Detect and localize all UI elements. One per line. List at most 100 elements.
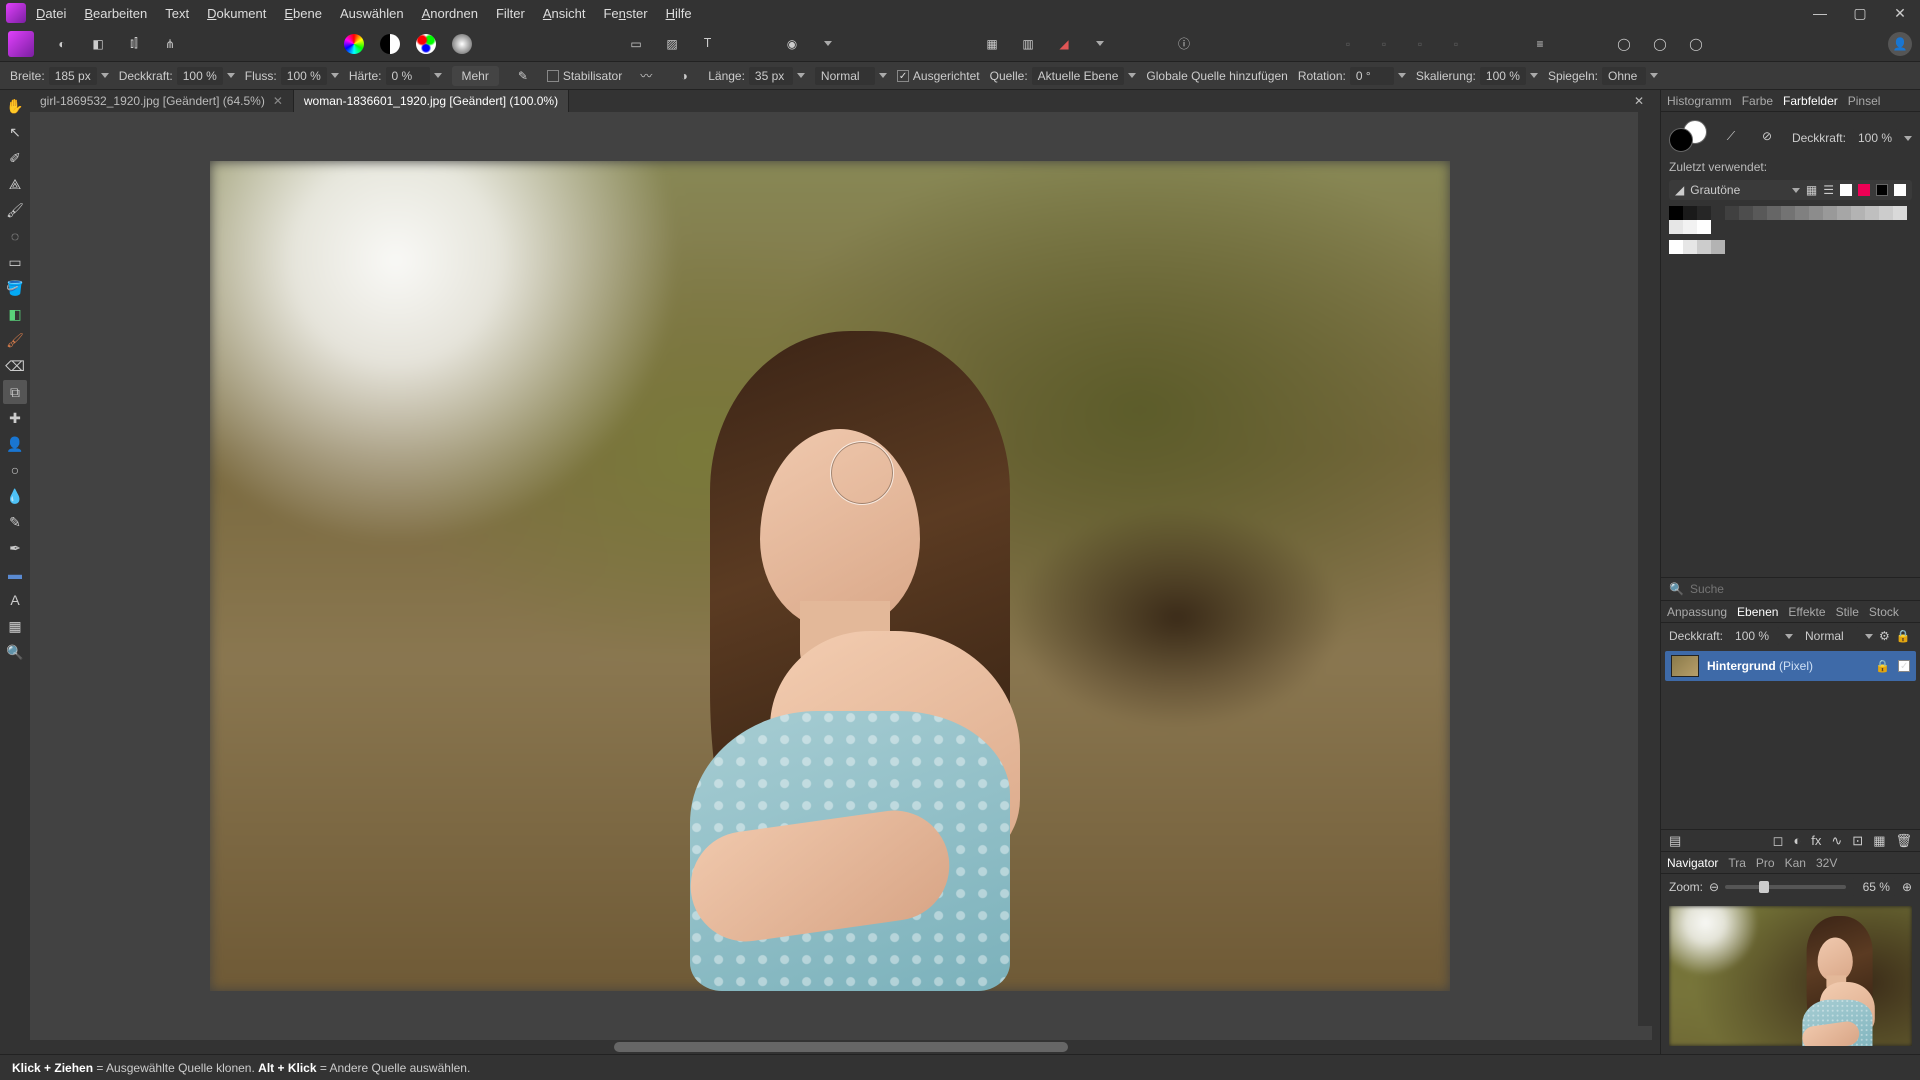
bw-adjust-icon[interactable]: [376, 30, 404, 58]
swatch[interactable]: [1725, 206, 1739, 220]
menu-bearbeiten[interactable]: Bearbeiten: [84, 6, 147, 21]
crop-layer-icon[interactable]: ⊡: [1852, 833, 1863, 849]
search-input[interactable]: [1690, 582, 1912, 596]
layer-fx-icon[interactable]: ⚙: [1879, 629, 1890, 643]
length-value[interactable]: 35 px: [749, 67, 793, 85]
mask-icon[interactable]: ◉: [778, 30, 806, 58]
swatch[interactable]: [1837, 206, 1851, 220]
menu-hilfe[interactable]: Hilfe: [666, 6, 692, 21]
panel-resize-handle[interactable]: [1652, 90, 1660, 1054]
liquify-persona-icon[interactable]: ◐: [48, 30, 76, 58]
assistant-icon[interactable]: ⓘ: [1170, 30, 1198, 58]
erase-tool-icon[interactable]: ⌫: [3, 354, 27, 378]
document-tab[interactable]: girl-1869532_1920.jpg [Geändert] (64.5%)…: [30, 90, 294, 112]
menu-fenster[interactable]: Fenster: [603, 6, 647, 21]
rectangle-tool-icon[interactable]: ▬: [3, 562, 27, 586]
swatch[interactable]: [1711, 206, 1725, 220]
photo-persona-icon[interactable]: [8, 31, 34, 57]
hardness-value[interactable]: 0 %: [386, 67, 430, 85]
menu-ansicht[interactable]: Ansicht: [543, 6, 586, 21]
palette-name[interactable]: Grautöne: [1690, 183, 1786, 197]
swatch[interactable]: [1697, 220, 1711, 234]
layer-row[interactable]: Hintergrund (Pixel) 🔒: [1665, 651, 1916, 681]
panel-tab-histogramm[interactable]: Histogramm: [1667, 94, 1732, 108]
selection-brush-tool-icon[interactable]: 🖌: [3, 198, 27, 222]
color-picker-tool-icon[interactable]: ✐: [3, 146, 27, 170]
snap-dropdown-icon[interactable]: [1086, 30, 1114, 58]
maximize-button[interactable]: ▢: [1846, 5, 1874, 22]
panel-tab-ebenen[interactable]: Ebenen: [1737, 605, 1778, 619]
dropdown-icon[interactable]: [879, 73, 887, 78]
dropdown-icon[interactable]: [101, 73, 109, 78]
canvas-viewport[interactable]: [30, 112, 1652, 1040]
layer-lock-icon[interactable]: 🔒: [1896, 629, 1911, 643]
fgbg-swatch[interactable]: [1669, 120, 1709, 152]
global-source-button[interactable]: Globale Quelle hinzufügen: [1146, 69, 1287, 83]
rotation-value[interactable]: 0 °: [1350, 67, 1394, 85]
eyedropper-icon[interactable]: ⟋: [1717, 122, 1745, 150]
zoom-in-icon[interactable]: ⊕: [1902, 880, 1912, 894]
swatch[interactable]: [1683, 240, 1697, 254]
panel-tab-pinsel[interactable]: Pinsel: [1848, 94, 1881, 108]
crop-tool-icon[interactable]: ⟁: [3, 172, 27, 196]
swatch-opacity-value[interactable]: 100 %: [1852, 129, 1898, 147]
layer-thumbnail[interactable]: [1671, 655, 1699, 677]
swatch[interactable]: [1669, 206, 1683, 220]
more-button[interactable]: Mehr: [452, 66, 499, 86]
blend-mode[interactable]: Normal: [815, 67, 875, 85]
swatch[interactable]: [1781, 206, 1795, 220]
palette-sw2[interactable]: [1858, 184, 1870, 196]
stabilizer-checkbox[interactable]: [547, 70, 559, 82]
bool-int-icon[interactable]: ◯: [1682, 30, 1710, 58]
palette-grid-icon[interactable]: ▦: [1806, 183, 1817, 197]
swatch[interactable]: [1683, 220, 1697, 234]
retouch-tool-icon[interactable]: ✎: [3, 510, 27, 534]
scale-value[interactable]: 100 %: [1480, 67, 1526, 85]
zoom-slider[interactable]: [1725, 885, 1846, 889]
arrange-3-icon[interactable]: ▫: [1406, 30, 1434, 58]
fx-layer-icon[interactable]: fx: [1811, 833, 1821, 849]
panel-tab-farbfelder[interactable]: Farbfelder: [1783, 94, 1838, 108]
layer-blend-mode[interactable]: Normal: [1799, 627, 1859, 645]
menu-filter[interactable]: Filter: [496, 6, 525, 21]
select-subtract-icon[interactable]: ▨: [658, 30, 686, 58]
swatch[interactable]: [1851, 206, 1865, 220]
dropdown-icon[interactable]: [1398, 73, 1406, 78]
swatch[interactable]: [1809, 206, 1823, 220]
swatch[interactable]: [1739, 206, 1753, 220]
pen-tool-icon[interactable]: ✒: [3, 536, 27, 560]
slider-thumb[interactable]: [1759, 881, 1769, 893]
tone-map-persona-icon[interactable]: ⫾⫿: [120, 30, 148, 58]
menu-text[interactable]: Text: [165, 6, 189, 21]
menu-dokument[interactable]: Dokument: [207, 6, 266, 21]
swatch[interactable]: [1823, 206, 1837, 220]
opacity-value[interactable]: 100 %: [177, 67, 223, 85]
select-text-icon[interactable]: Ꭲ: [694, 30, 722, 58]
delete-layer-icon[interactable]: 🗑: [1895, 833, 1912, 849]
brush-tool-icon[interactable]: 🖌: [3, 328, 27, 352]
marquee-tool-icon[interactable]: ▭: [3, 250, 27, 274]
dropdown-icon[interactable]: [1792, 188, 1800, 193]
move-tool-icon[interactable]: ↖: [3, 120, 27, 144]
grid-icon[interactable]: ▦: [978, 30, 1006, 58]
text-tool-icon[interactable]: A: [3, 588, 27, 612]
bool-sub-icon[interactable]: ◯: [1646, 30, 1674, 58]
fg-color-swatch[interactable]: [1669, 128, 1693, 152]
zoom-out-icon[interactable]: ⊖: [1709, 880, 1719, 894]
panel-tab-kan[interactable]: Kan: [1785, 856, 1806, 870]
account-avatar[interactable]: 👤: [1888, 32, 1912, 56]
dropdown-icon[interactable]: [1530, 73, 1538, 78]
dropdown-icon[interactable]: [1904, 136, 1912, 141]
horizontal-scrollbar[interactable]: [30, 1040, 1652, 1054]
menu-datei[interactable]: Datei: [36, 6, 66, 21]
export-persona-icon[interactable]: ⋔: [156, 30, 184, 58]
swatch[interactable]: [1753, 206, 1767, 220]
window-stabilizer-icon[interactable]: ◑: [670, 62, 698, 90]
snap-icon[interactable]: ◢: [1050, 30, 1078, 58]
flow-value[interactable]: 100 %: [281, 67, 327, 85]
layer-visibility-checkbox[interactable]: [1898, 660, 1910, 672]
mesh-tool-icon[interactable]: ▦: [3, 614, 27, 638]
swatch[interactable]: [1711, 240, 1725, 254]
zoom-tool-icon[interactable]: 🔍: [3, 640, 27, 664]
palette-list-icon[interactable]: ☰: [1823, 183, 1834, 197]
